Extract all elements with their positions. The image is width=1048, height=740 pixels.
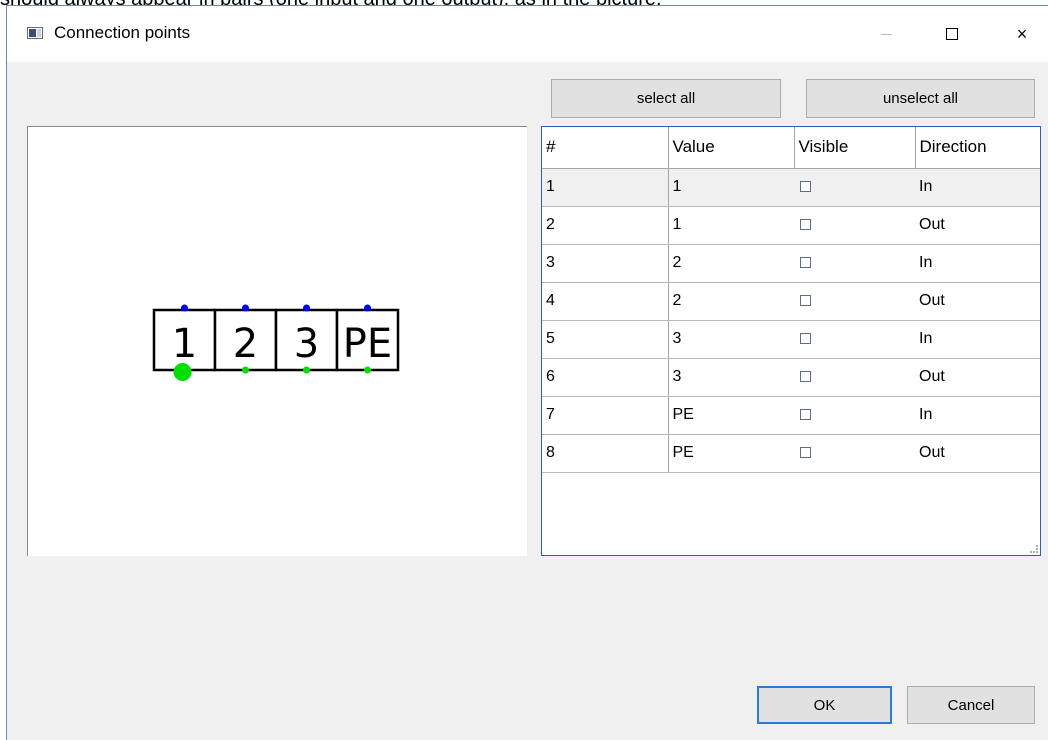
connection-points-grid[interactable]: # Value Visible Direction 1 1 In 2 1 Out 3 2 In 4… [541,126,1041,556]
window-title: Connection points [54,23,191,42]
cell-value: 3 [668,320,794,359]
cell-number: 6 [542,358,669,397]
cell-direction: In [915,168,1040,207]
cell-visible [794,206,915,245]
cell-direction: In [915,396,1040,435]
cell-number: 8 [542,434,669,473]
cell-value: 1 [668,168,794,207]
select-all-button[interactable]: select all [551,79,781,118]
cell-number: 7 [542,396,669,435]
cell-value: 3 [668,358,794,397]
cell-value: 2 [668,282,794,321]
maximize-button[interactable] [929,6,975,62]
cell-number: 1 [542,168,669,207]
title-bar[interactable]: Connection points × [7,6,1048,62]
terminal-label: 3 [294,321,319,367]
screenshot: should always appear in pairs (one input… [0,0,1048,740]
terminal-preview-panel: 1 2 3 PE [27,126,527,556]
visible-checkbox[interactable] [800,447,811,459]
cell-direction: In [915,320,1040,359]
visible-checkbox[interactable] [800,295,811,307]
connection-points-dialog: Connection points × select all unselect … [6,5,1048,740]
output-connection-dot[interactable] [303,366,310,374]
cell-visible [794,168,915,207]
cell-value: PE [668,434,794,473]
table-row[interactable]: 4 2 Out [542,282,1040,321]
table-row[interactable]: 8 PE Out [542,434,1040,473]
table-row[interactable]: 2 1 Out [542,206,1040,245]
output-connection-dot[interactable] [364,366,371,374]
connection-points-table: # Value Visible Direction 1 1 In 2 1 Out 3 2 In 4… [542,127,1040,473]
table-row[interactable]: 6 3 Out [542,358,1040,397]
visible-checkbox[interactable] [800,371,811,383]
input-connection-dot[interactable] [242,304,249,312]
close-icon: × [1016,23,1028,44]
cell-visible [794,434,915,473]
input-connection-dot[interactable] [364,304,371,312]
selected-output-connection-dot[interactable] [173,363,192,381]
visible-checkbox[interactable] [800,219,811,231]
cell-value: 2 [668,244,794,283]
column-header-number[interactable]: # [542,127,669,169]
ok-button[interactable]: OK [757,686,892,724]
terminal-label: 1 [172,321,197,367]
cell-visible [794,320,915,359]
cell-value: PE [668,396,794,435]
app-window-icon [27,27,43,39]
table-header-row: # Value Visible Direction [542,127,1040,169]
visible-checkbox[interactable] [800,257,811,269]
cell-number: 2 [542,206,669,245]
unselect-all-button[interactable]: unselect all [806,79,1035,118]
resize-grip-icon [1030,545,1038,553]
cell-visible [794,282,915,321]
cell-number: 3 [542,244,669,283]
column-header-direction[interactable]: Direction [915,127,1040,169]
column-header-visible[interactable]: Visible [794,127,916,169]
visible-checkbox[interactable] [800,181,811,193]
table-row[interactable]: 3 2 In [542,244,1040,283]
table-row[interactable]: 5 3 In [542,320,1040,359]
close-button[interactable]: × [999,6,1045,62]
cell-direction: In [915,244,1040,283]
cell-visible [794,396,915,435]
table-row[interactable]: 7 PE In [542,396,1040,435]
cell-direction: Out [915,358,1040,397]
terminal-strip-drawing: 1 2 3 PE [152,304,400,381]
cell-direction: Out [915,434,1040,473]
minimize-button[interactable] [863,6,909,62]
input-connection-dot[interactable] [181,304,188,312]
input-connection-dot[interactable] [303,304,310,312]
cell-number: 4 [542,282,669,321]
terminal-label: 2 [233,321,258,367]
cell-value: 1 [668,206,794,245]
cell-number: 5 [542,320,669,359]
cancel-button[interactable]: Cancel [907,686,1035,724]
visible-checkbox[interactable] [800,333,811,345]
visible-checkbox[interactable] [800,409,811,421]
cell-direction: Out [915,206,1040,245]
maximize-icon [946,28,958,40]
output-connection-dot[interactable] [242,366,249,374]
column-header-value[interactable]: Value [668,127,795,169]
minimize-icon [880,34,892,35]
table-row[interactable]: 1 1 In [542,168,1040,207]
cell-visible [794,244,915,283]
cell-direction: Out [915,282,1040,321]
cell-visible [794,358,915,397]
terminal-label: PE [343,321,392,367]
